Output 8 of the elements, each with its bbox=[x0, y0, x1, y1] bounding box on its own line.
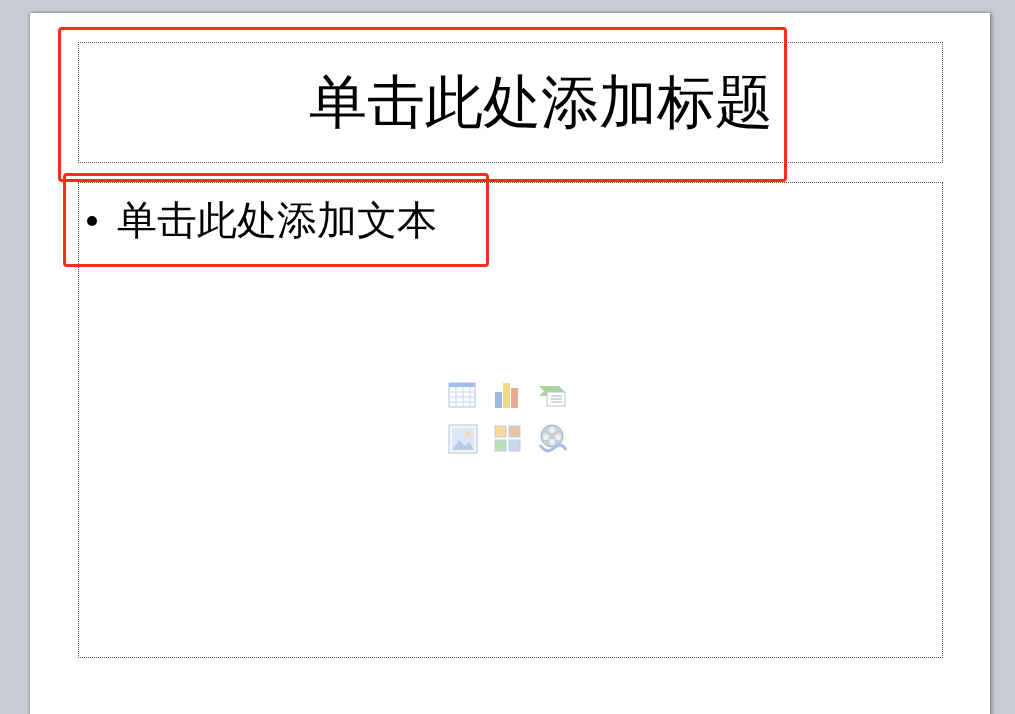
bullet-icon bbox=[87, 215, 97, 226]
title-text: 单击此处添加标题 bbox=[308, 66, 773, 138]
film-reel-icon[interactable] bbox=[537, 423, 569, 455]
picture-icon[interactable] bbox=[447, 423, 479, 455]
bullet-text: 单击此处添加文本 bbox=[117, 196, 437, 245]
content-placeholder[interactable]: 单击此处添加文本 bbox=[78, 182, 943, 658]
image-grid-icon[interactable] bbox=[492, 423, 524, 455]
title-placeholder[interactable]: 单击此处添加标题 bbox=[78, 42, 943, 163]
